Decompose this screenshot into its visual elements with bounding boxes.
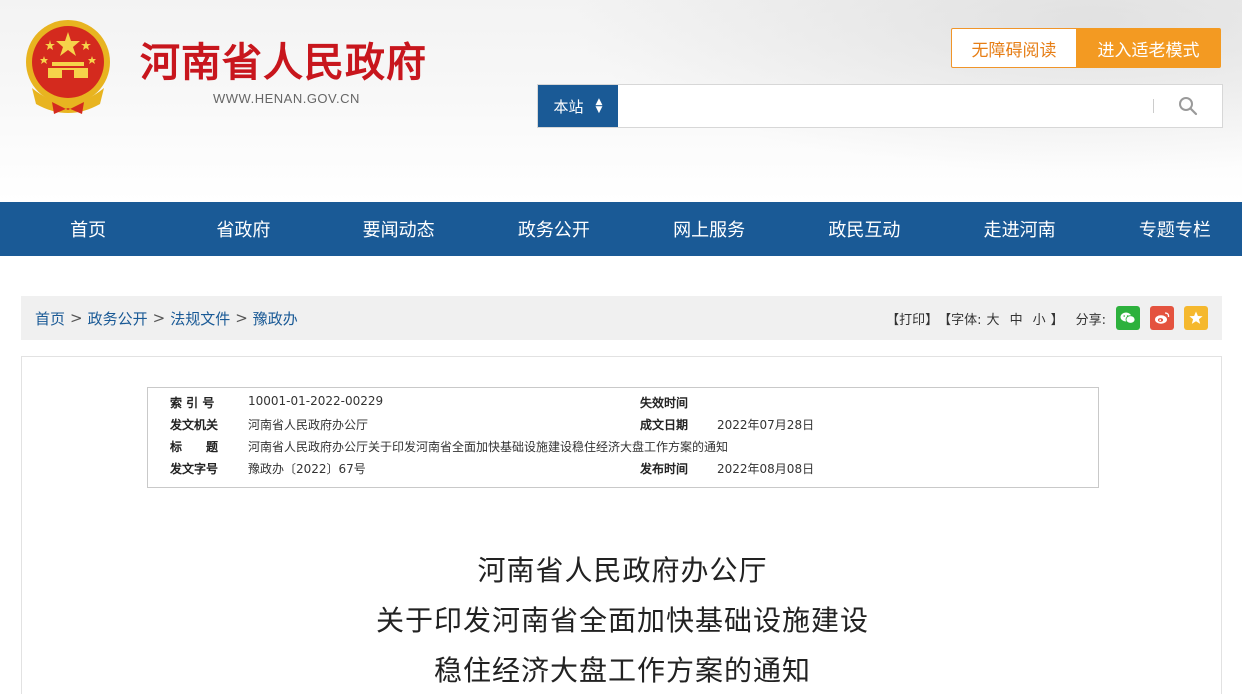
publish-date-value: 2022年08月08日: [717, 462, 815, 476]
title-value: 河南省人民政府办公厅关于印发河南省全面加快基础设施建设稳住经济大盘工作方案的通知: [248, 440, 729, 454]
nav-item-special-topics[interactable]: 专题专栏: [1108, 202, 1242, 256]
font-size-large[interactable]: 大: [987, 309, 1000, 328]
search-icon: [1179, 97, 1198, 116]
weibo-share-icon[interactable]: [1150, 306, 1174, 330]
main-nav: 首页 省政府 要闻动态 政务公开 网上服务 政民互动 走进河南 专题专栏: [0, 202, 1242, 256]
written-date-value: 2022年07月28日: [717, 418, 815, 432]
site-name[interactable]: 河南省人民政府: [140, 30, 427, 88]
document-title-line-3: 稳住经济大盘工作方案的通知: [433, 654, 811, 687]
document-number-value: 豫政办〔2022〕67号: [248, 462, 366, 476]
breadcrumb-home[interactable]: 首页: [35, 308, 65, 329]
breadcrumb-separator: >: [235, 309, 248, 327]
document-title-line-1: 河南省人民政府办公厅: [477, 554, 768, 587]
favorite-star-icon[interactable]: [1184, 306, 1208, 330]
breadcrumb-regulations[interactable]: 法规文件: [170, 308, 230, 329]
font-size-prefix: 【字体:: [938, 312, 982, 328]
article-content: 索 引 号 10001-01-2022-00229 失效时间 发文机关 河南省人…: [21, 356, 1222, 694]
print-button[interactable]: 【打印】: [886, 309, 938, 328]
written-date-label: 成文日期: [640, 418, 689, 432]
metadata-row: 标 题 河南省人民政府办公厅关于印发河南省全面加快基础设施建设稳住经济大盘工作方…: [148, 438, 1098, 460]
breadcrumb-separator: >: [152, 309, 166, 327]
nav-item-news[interactable]: 要闻动态: [332, 202, 466, 256]
font-size-small[interactable]: 小: [1033, 309, 1046, 328]
index-value: 10001-01-2022-00229: [248, 394, 384, 408]
metadata-row: 发文字号 豫政办〔2022〕67号 发布时间 2022年08月08日: [148, 460, 1098, 482]
expire-label: 失效时间: [640, 396, 689, 410]
nav-item-government-affairs[interactable]: 政务公开: [487, 202, 621, 256]
sort-arrows-icon: ▲ ▼: [595, 97, 603, 115]
search-scope-select[interactable]: 本站 ▲ ▼: [538, 85, 618, 127]
nav-item-interaction[interactable]: 政民互动: [797, 202, 931, 256]
document-metadata-table: 索 引 号 10001-01-2022-00229 失效时间 发文机关 河南省人…: [147, 387, 1099, 488]
accessibility-reading-button[interactable]: 无障碍阅读: [951, 28, 1077, 68]
site-url: WWW.HENAN.GOV.CN: [213, 91, 360, 106]
document-title-line-2: 关于印发河南省全面加快基础设施建设: [375, 604, 869, 637]
nav-item-home[interactable]: 首页: [21, 202, 155, 256]
metadata-row: 索 引 号 10001-01-2022-00229 失效时间: [148, 394, 1098, 416]
breadcrumb: 首页 > 政务公开 > 法规文件 > 豫政办: [35, 296, 298, 340]
breadcrumb-yuzhengban[interactable]: 豫政办: [253, 308, 298, 329]
elder-mode-button[interactable]: 进入适老模式: [1076, 28, 1221, 68]
document-number-label: 发文字号: [170, 462, 219, 476]
page-tools: 【打印】 【字体: 大 中 小 】 分享:: [886, 296, 1208, 340]
font-size-suffix: 】: [1050, 312, 1064, 328]
nav-item-online-services[interactable]: 网上服务: [642, 202, 776, 256]
issuer-label: 发文机关: [170, 418, 219, 432]
search-input[interactable]: [618, 85, 1153, 127]
publish-date-label: 发布时间: [640, 462, 689, 476]
share-label: 分享:: [1075, 312, 1106, 328]
search-button[interactable]: [1154, 85, 1222, 127]
issuer-value: 河南省人民政府办公厅: [248, 418, 369, 432]
metadata-row: 发文机关 河南省人民政府办公厅 成文日期 2022年07月28日: [148, 416, 1098, 438]
site-header: 河南省人民政府 WWW.HENAN.GOV.CN 无障碍阅读 进入适老模式 本站…: [0, 0, 1242, 202]
breadcrumb-bar: 首页 > 政务公开 > 法规文件 > 豫政办 【打印】 【字体: 大 中 小 】…: [21, 296, 1222, 340]
font-size-medium[interactable]: 中: [1010, 309, 1023, 328]
title-label: 标 题: [170, 440, 219, 454]
search-bar: 本站 ▲ ▼: [537, 84, 1223, 128]
search-scope-label: 本站: [553, 97, 584, 116]
breadcrumb-separator: >: [70, 309, 83, 327]
index-label: 索 引 号: [170, 396, 215, 410]
national-emblem-icon[interactable]: [22, 18, 114, 116]
nav-item-provincial-government[interactable]: 省政府: [176, 202, 310, 256]
nav-item-about-henan[interactable]: 走进河南: [953, 202, 1087, 256]
breadcrumb-government-affairs[interactable]: 政务公开: [88, 308, 148, 329]
wechat-share-icon[interactable]: [1116, 306, 1140, 330]
